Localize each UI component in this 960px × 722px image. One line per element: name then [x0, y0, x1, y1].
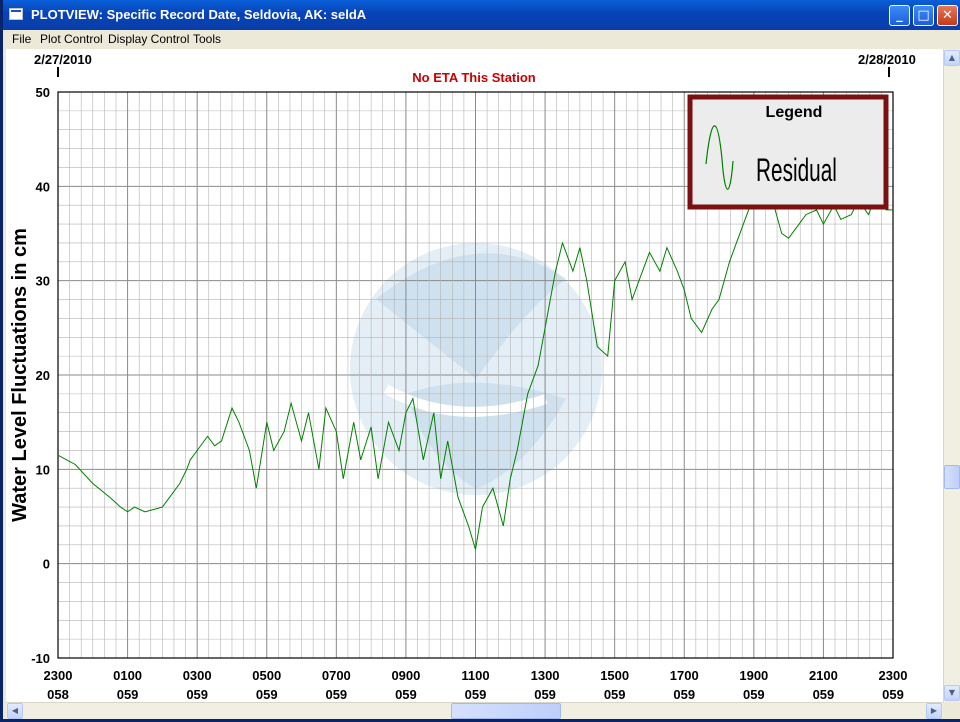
- scroll-right-button[interactable]: ▶: [926, 703, 942, 719]
- start-date-label: 2/27/2010: [34, 52, 92, 67]
- x-tick-day-label: 059: [604, 687, 626, 702]
- menu-bar: File Plot Control Display Control Tools: [3, 30, 960, 49]
- chart-legend[interactable]: Legend Residual: [687, 94, 889, 210]
- x-tick-day-label: 059: [882, 687, 904, 702]
- y-tick-label: 10: [36, 462, 50, 477]
- y-tick-label: 30: [36, 274, 50, 289]
- y-tick-label: 50: [36, 85, 50, 100]
- x-tick-time-label: 0900: [391, 668, 420, 683]
- plotview-window: PLOTVIEW: Specific Record Date, Seldovia…: [0, 0, 960, 722]
- status-message: No ETA This Station: [412, 70, 536, 85]
- y-axis: -10 0 10 20 30 40 50: [31, 85, 50, 666]
- title-bar[interactable]: PLOTVIEW: Specific Record Date, Seldovia…: [3, 0, 960, 30]
- menu-file[interactable]: File: [12, 32, 31, 46]
- y-tick-label: 0: [43, 557, 50, 572]
- legend-title: Legend: [766, 104, 823, 121]
- x-tick-day-label: 059: [743, 687, 765, 702]
- y-axis-label: Water Level Fluctuations in cm: [9, 228, 31, 522]
- horizontal-scroll-thumb[interactable]: [451, 703, 562, 719]
- x-tick-day-label: 059: [813, 687, 835, 702]
- menu-plot-control[interactable]: Plot Control: [40, 32, 103, 46]
- app-icon[interactable]: [9, 8, 23, 20]
- x-tick-day-label: 059: [186, 687, 208, 702]
- x-tick-time-label: 1900: [739, 668, 768, 683]
- menu-display-control[interactable]: Display Control: [108, 32, 189, 46]
- x-tick-time-label: 0500: [252, 668, 281, 683]
- vertical-scrollbar[interactable]: ▲ ▼: [943, 49, 960, 702]
- x-tick-time-label: 0100: [113, 668, 142, 683]
- x-tick-day-label: 059: [256, 687, 278, 702]
- scroll-up-button[interactable]: ▲: [944, 50, 960, 66]
- scroll-down-button[interactable]: ▼: [944, 685, 960, 701]
- x-tick-day-label: 059: [673, 687, 695, 702]
- y-tick-label: 20: [36, 368, 50, 383]
- scrollbar-corner: [943, 702, 960, 719]
- menu-tools[interactable]: Tools: [193, 32, 221, 46]
- x-tick-day-label: 059: [117, 687, 139, 702]
- x-tick-day-label: 059: [465, 687, 487, 702]
- x-tick-day-label: 058: [47, 687, 69, 702]
- end-date-label: 2/28/2010: [858, 52, 916, 67]
- close-button[interactable]: ✕: [937, 5, 958, 26]
- x-axis: 2300 058 0100 059 0300 059 0500 059 0700 059 0900 0…: [44, 668, 908, 702]
- legend-label-residual: Residual: [756, 151, 837, 188]
- scroll-left-button[interactable]: ◀: [7, 703, 23, 719]
- water-level-chart: -10 0 10 20 30 40 50 2300 058 0100 059 0300 059 0500…: [9, 52, 916, 702]
- x-tick-day-label: 059: [395, 687, 417, 702]
- x-tick-time-label: 0300: [183, 668, 212, 683]
- x-tick-time-label: 2100: [809, 668, 838, 683]
- vertical-scroll-thumb[interactable]: [944, 464, 960, 489]
- x-tick-day-label: 059: [325, 687, 347, 702]
- x-tick-time-label: 1300: [531, 668, 560, 683]
- maximize-button[interactable]: □: [913, 5, 934, 26]
- x-tick-time-label: 2300: [44, 668, 73, 683]
- minimize-button[interactable]: _: [889, 5, 910, 26]
- horizontal-scrollbar[interactable]: ◀ ▶: [6, 702, 943, 719]
- x-tick-time-label: 1100: [461, 668, 489, 683]
- y-tick-label: 40: [36, 179, 50, 194]
- x-tick-time-label: 1500: [600, 668, 629, 683]
- x-tick-time-label: 0700: [322, 668, 351, 683]
- y-tick-label: -10: [31, 651, 50, 666]
- x-tick-day-label: 059: [534, 687, 556, 702]
- plot-area: -10 0 10 20 30 40 50 2300 058 0100 059 0300 059 0500…: [6, 49, 943, 702]
- window-title: PLOTVIEW: Specific Record Date, Seldovia…: [31, 7, 367, 22]
- x-tick-time-label: 1700: [670, 668, 699, 683]
- x-tick-time-label: 2300: [879, 668, 908, 683]
